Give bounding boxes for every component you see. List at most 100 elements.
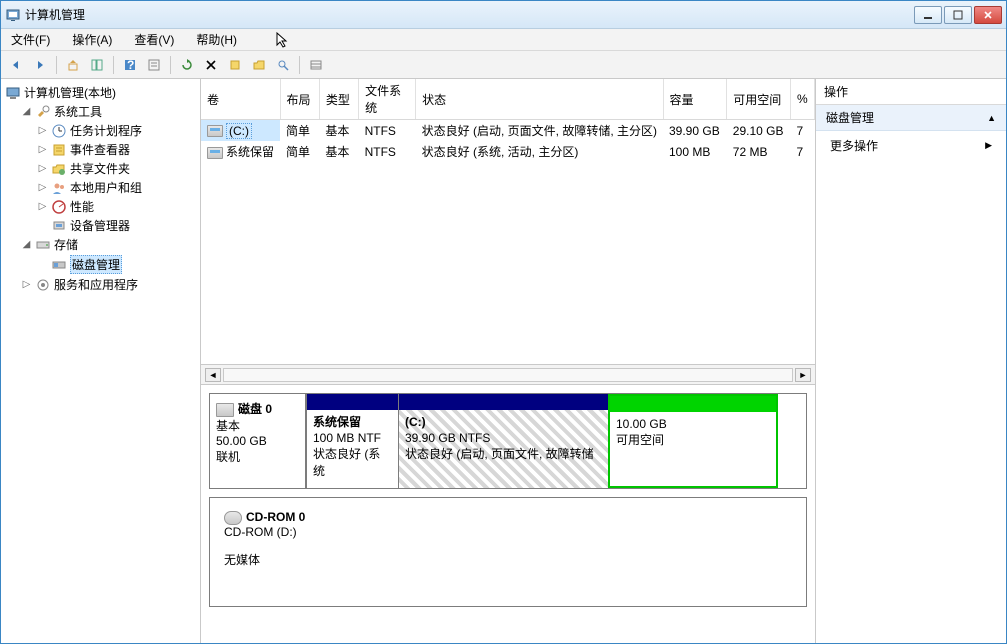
disk-0-size: 50.00 GB (216, 434, 299, 448)
collapse-icon[interactable]: ◢ (21, 106, 32, 117)
actions-section-label: 磁盘管理 (826, 109, 874, 126)
table-row[interactable]: 系统保留简单基本NTFS状态良好 (系统, 活动, 主分区)100 MB72 M… (201, 141, 815, 162)
col-free[interactable]: 可用空间 (727, 79, 791, 120)
tree-panel: 计算机管理(本地) ◢ 系统工具 ▷ 任务计划程序 ▷事件查看器 ▷ 共享文件夹 (1, 79, 201, 643)
col-type[interactable]: 类型 (319, 79, 358, 120)
up-button[interactable] (62, 54, 84, 76)
menu-action[interactable]: 操作(A) (68, 29, 116, 50)
cdrom-title: CD-ROM 0 (246, 510, 305, 524)
close-button[interactable] (974, 6, 1002, 24)
col-status[interactable]: 状态 (416, 79, 663, 120)
expand-icon[interactable]: ▷ (37, 182, 48, 193)
tree-root-label: 计算机管理(本地) (24, 84, 116, 101)
actions-panel: 操作 磁盘管理 ▲ 更多操作 ▶ (816, 79, 1006, 643)
tree-eventviewer[interactable]: ▷事件查看器 (35, 140, 198, 159)
menu-file[interactable]: 文件(F) (7, 29, 54, 50)
disk-icon (51, 257, 67, 273)
disk-0-type: 基本 (216, 417, 299, 434)
tree-localusers[interactable]: ▷本地用户和组 (35, 178, 198, 197)
delete-button[interactable] (200, 54, 222, 76)
actions-section[interactable]: 磁盘管理 ▲ (816, 105, 1006, 131)
performance-icon (51, 199, 67, 215)
partition[interactable]: 10.00 GB可用空间 (608, 394, 778, 488)
users-icon (51, 180, 67, 196)
tree-services-label: 服务和应用程序 (54, 276, 138, 293)
tree-systools[interactable]: ◢ 系统工具 (19, 102, 198, 121)
forward-button[interactable] (29, 54, 51, 76)
toolbar: ? (1, 51, 1006, 79)
expand-icon[interactable]: ▷ (37, 144, 48, 155)
minimize-button[interactable] (914, 6, 942, 24)
tree-diskmgmt[interactable]: 磁盘管理 (35, 254, 198, 275)
collapse-icon: ▲ (987, 113, 996, 123)
device-icon (51, 218, 67, 234)
find-button[interactable] (272, 54, 294, 76)
menu-view[interactable]: 查看(V) (130, 29, 178, 50)
table-row[interactable]: (C:)简单基本NTFS状态良好 (启动, 页面文件, 故障转储, 主分区)39… (201, 120, 815, 142)
partition[interactable]: 系统保留100 MB NTF状态良好 (系统 (306, 394, 398, 488)
app-icon (5, 7, 21, 23)
cdrom-0[interactable]: CD-ROM 0 CD-ROM (D:) 无媒体 (209, 497, 807, 607)
list-button[interactable] (305, 54, 327, 76)
open-button[interactable] (248, 54, 270, 76)
title-bar: 计算机管理 (1, 1, 1006, 29)
expand-icon[interactable]: ▷ (37, 125, 48, 136)
col-pct[interactable]: % (791, 79, 815, 120)
tree-root[interactable]: 计算机管理(本地) (3, 83, 198, 102)
cdrom-dev: CD-ROM (D:) (224, 525, 792, 539)
partition[interactable]: (C:)39.90 GB NTFS状态良好 (启动, 页面文件, 故障转储 (398, 394, 608, 488)
tree-performance[interactable]: ▷ 性能 (35, 197, 198, 216)
tree-services[interactable]: ▷ 服务和应用程序 (19, 275, 198, 294)
disk-map: 磁盘 0 基本 50.00 GB 联机 系统保留100 MB NTF状态良好 (… (201, 385, 815, 643)
expand-icon[interactable]: ▷ (37, 201, 48, 212)
window-title: 计算机管理 (25, 6, 914, 23)
folder-share-icon (51, 161, 67, 177)
menu-bar: 文件(F) 操作(A) 查看(V) 帮助(H) (1, 29, 1006, 51)
volume-icon (207, 125, 223, 137)
disk-icon (216, 403, 234, 417)
disk-0[interactable]: 磁盘 0 基本 50.00 GB 联机 系统保留100 MB NTF状态良好 (… (209, 393, 807, 489)
col-fs[interactable]: 文件系统 (359, 79, 416, 120)
cdrom-state: 无媒体 (224, 551, 792, 568)
scroll-left-button[interactable]: ◄ (205, 368, 221, 382)
disk-0-title: 磁盘 0 (238, 402, 272, 416)
new-button[interactable] (224, 54, 246, 76)
show-tree-button[interactable] (86, 54, 108, 76)
tree-diskmgmt-label: 磁盘管理 (70, 255, 122, 274)
tree-scheduler[interactable]: ▷ 任务计划程序 (35, 121, 198, 140)
refresh-button[interactable] (176, 54, 198, 76)
center-panel: 卷 布局 类型 文件系统 状态 容量 可用空间 % (C:)简单基本NTFS状态… (201, 79, 816, 643)
tree-devicemgr[interactable]: 设备管理器 (35, 216, 198, 235)
col-layout[interactable]: 布局 (280, 79, 319, 120)
tree-scheduler-label: 任务计划程序 (70, 122, 142, 139)
properties-button[interactable] (143, 54, 165, 76)
help-button[interactable]: ? (119, 54, 141, 76)
disk-0-state: 联机 (216, 448, 299, 465)
tree-sharedfolders-label: 共享文件夹 (70, 160, 130, 177)
scroll-track[interactable] (223, 368, 793, 382)
splitter[interactable]: ◄ ► (201, 365, 815, 385)
expand-icon[interactable]: ▷ (37, 163, 48, 174)
volume-list[interactable]: 卷 布局 类型 文件系统 状态 容量 可用空间 % (C:)简单基本NTFS状态… (201, 79, 815, 365)
collapse-icon[interactable]: ◢ (21, 239, 32, 250)
scroll-right-button[interactable]: ► (795, 368, 811, 382)
action-more[interactable]: 更多操作 ▶ (816, 131, 1006, 160)
disk-0-info: 磁盘 0 基本 50.00 GB 联机 (210, 394, 306, 488)
tree-sharedfolders[interactable]: ▷ 共享文件夹 (35, 159, 198, 178)
col-capacity[interactable]: 容量 (663, 79, 727, 120)
tree-devicemgr-label: 设备管理器 (70, 217, 130, 234)
col-volume[interactable]: 卷 (201, 79, 280, 120)
cursor-icon (275, 31, 289, 49)
chevron-right-icon: ▶ (985, 140, 992, 151)
expand-icon[interactable]: ▷ (21, 279, 32, 290)
svg-text:?: ? (127, 58, 134, 72)
back-button[interactable] (5, 54, 27, 76)
services-icon (35, 277, 51, 293)
tools-icon (35, 104, 51, 120)
action-more-label: 更多操作 (830, 137, 878, 154)
maximize-button[interactable] (944, 6, 972, 24)
menu-help[interactable]: 帮助(H) (192, 29, 241, 50)
tree-performance-label: 性能 (70, 198, 94, 215)
tree-storage-label: 存储 (54, 236, 78, 253)
tree-storage[interactable]: ◢ 存储 (19, 235, 198, 254)
